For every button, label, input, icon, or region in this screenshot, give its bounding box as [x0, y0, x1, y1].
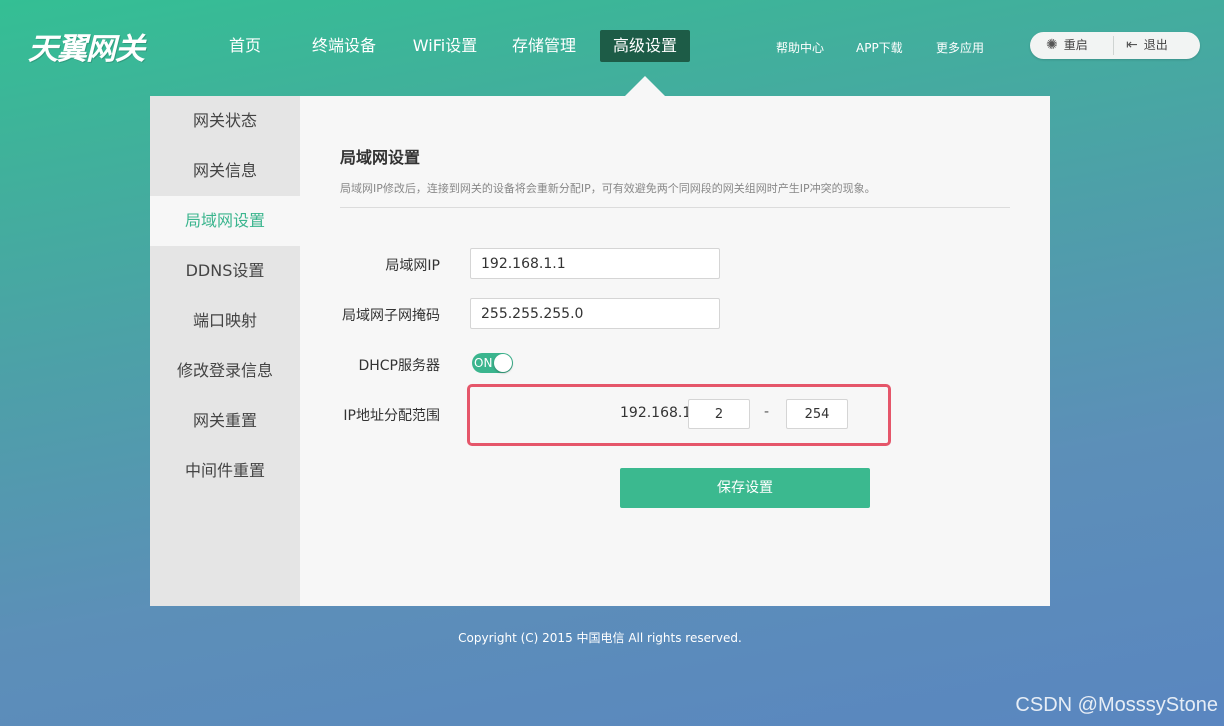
subnet-mask-input[interactable]	[470, 298, 720, 329]
sidebar-item-ddns[interactable]: DDNS设置	[150, 246, 300, 296]
more-apps-link[interactable]: 更多应用	[936, 39, 984, 56]
restart-button[interactable]: ✺ 重启	[1046, 32, 1088, 59]
subnet-mask-label: 局域网子网掩码	[342, 308, 440, 324]
help-center-link[interactable]: 帮助中心	[776, 39, 824, 56]
sidebar-item-gateway-reset[interactable]: 网关重置	[150, 396, 300, 446]
section-divider	[340, 207, 1010, 208]
logout-button[interactable]: ⇤ 退出	[1126, 32, 1168, 59]
copyright-footer: Copyright (C) 2015 中国电信 All rights reser…	[458, 631, 742, 645]
section-description: 局域网IP修改后，连接到网关的设备将会重新分配IP，可有效避免两个同网段的网关组…	[340, 182, 876, 195]
ip-range-separator: -	[764, 404, 770, 420]
logo: 天翼网关	[28, 32, 145, 67]
ip-range-label: IP地址分配范围	[343, 408, 440, 424]
save-settings-button[interactable]: 保存设置	[620, 468, 870, 508]
sidebar-item-login-info[interactable]: 修改登录信息	[150, 346, 300, 396]
lan-ip-label: 局域网IP	[385, 258, 440, 274]
nav-advanced[interactable]: 高级设置	[600, 30, 690, 62]
sidebar-item-gateway-status[interactable]: 网关状态	[150, 96, 300, 146]
ip-range-end-input[interactable]	[786, 399, 848, 429]
button-divider	[1113, 36, 1114, 55]
app-download-link[interactable]: APP下载	[856, 39, 903, 56]
dhcp-toggle-state: ON	[474, 356, 493, 370]
active-nav-pointer	[625, 76, 665, 96]
sidebar: 网关状态 网关信息 局域网设置 DDNS设置 端口映射 修改登录信息 网关重置 …	[150, 96, 300, 606]
lan-settings-content: 局域网设置 局域网IP修改后，连接到网关的设备将会重新分配IP，可有效避免两个同…	[300, 96, 1050, 606]
ip-range-prefix: 192.168.1.	[620, 405, 696, 421]
sidebar-item-port-mapping[interactable]: 端口映射	[150, 296, 300, 346]
dhcp-toggle[interactable]: ON	[472, 353, 513, 373]
restart-label: 重启	[1063, 38, 1088, 52]
logout-icon: ⇤	[1126, 37, 1138, 53]
nav-devices[interactable]: 终端设备	[308, 30, 380, 62]
logout-label: 退出	[1143, 38, 1168, 52]
sidebar-item-lan-settings[interactable]: 局域网设置	[150, 196, 300, 246]
dhcp-label: DHCP服务器	[358, 358, 440, 374]
nav-home[interactable]: 首页	[220, 30, 270, 62]
spinner-icon: ✺	[1046, 37, 1058, 53]
nav-storage[interactable]: 存储管理	[508, 30, 580, 62]
settings-panel: 网关状态 网关信息 局域网设置 DDNS设置 端口映射 修改登录信息 网关重置 …	[150, 96, 1050, 606]
lan-ip-input[interactable]	[470, 248, 720, 279]
watermark: CSDN @MosssyStone	[1015, 694, 1218, 716]
sidebar-item-gateway-info[interactable]: 网关信息	[150, 146, 300, 196]
toggle-knob	[494, 354, 512, 372]
nav-wifi[interactable]: WiFi设置	[408, 30, 482, 62]
section-title: 局域网设置	[340, 148, 421, 167]
sidebar-item-middleware-reset[interactable]: 中间件重置	[150, 446, 300, 496]
ip-range-start-input[interactable]	[688, 399, 750, 429]
top-action-buttons: ✺ 重启 ⇤ 退出	[1030, 32, 1200, 59]
